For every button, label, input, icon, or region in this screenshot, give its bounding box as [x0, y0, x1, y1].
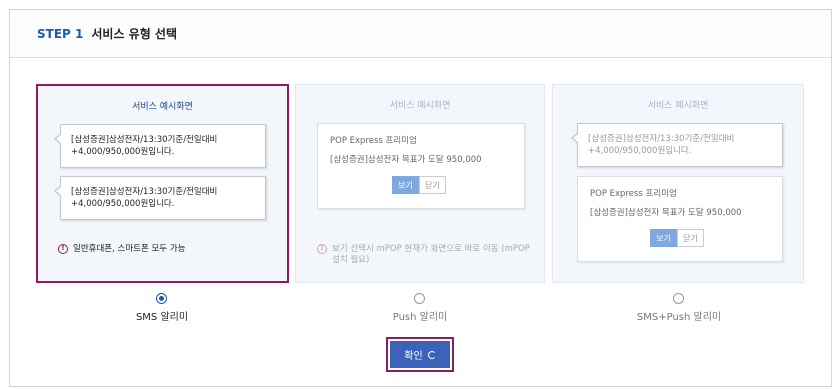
panel-header: STEP 1 서비스 유형 선택 — [10, 10, 831, 58]
note-text: 보기 선택시 mPOP 현재가 화면으로 바로 이동 (mPOP 설치 필요) — [332, 244, 530, 265]
service-card-sms[interactable]: 서비스 예시화면 [삼성증권]삼성전자/13:30기준/전일대비 +4,000/… — [36, 84, 289, 283]
push-title: POP Express 프리미엄 — [330, 136, 417, 146]
exclamation-icon: ! — [317, 244, 327, 254]
card-note: ! 보기 선택시 mPOP 현재가 화면으로 바로 이동 (mPOP 설치 필요… — [317, 244, 537, 266]
step-title: 서비스 유형 선택 — [91, 27, 177, 41]
radio-sms-push[interactable] — [673, 293, 684, 304]
note-text: 일반휴대폰, 스마트폰 모두 가능 — [73, 244, 186, 254]
radio-label-push[interactable]: Push 알리미 — [350, 308, 490, 323]
step-number: STEP 1 — [37, 26, 84, 41]
push-preview: POP Express 프리미엄 [삼성증권]삼성전자 목표가 도달 950,0… — [317, 123, 525, 209]
close-button[interactable]: 닫기 — [419, 176, 446, 194]
radio-label-sms[interactable]: SMS 알리미 — [92, 308, 232, 323]
push-body: [삼성증권]삼성전자 목표가 도달 950,000 — [330, 155, 482, 165]
push-buttons: 보기 닫기 — [650, 229, 704, 247]
close-button[interactable]: 닫기 — [677, 229, 704, 247]
card-note: ! 일반휴대폰, 스마트폰 모두 가능 — [58, 244, 185, 255]
card-title: 서비스 예시화면 — [389, 101, 451, 111]
card-title: 서비스 예시화면 — [647, 101, 709, 111]
view-button[interactable]: 보기 — [650, 229, 677, 247]
push-body: [삼성증권]삼성전자 목표가 도달 950,000 — [590, 208, 742, 218]
loading-icon — [427, 350, 436, 359]
push-preview: POP Express 프리미엄 [삼성증권]삼성전자 목표가 도달 950,0… — [577, 176, 783, 262]
radio-label-sms-push[interactable]: SMS+Push 알리미 — [609, 308, 749, 323]
radio-sms[interactable] — [156, 293, 167, 304]
confirm-button[interactable]: 확인 — [390, 341, 450, 368]
view-button[interactable]: 보기 — [392, 176, 419, 194]
sms-bubble: [삼성증권]삼성전자/13:30기준/전일대비 +4,000/950,000원입… — [571, 123, 783, 167]
service-card-sms-push[interactable]: 서비스 예시화면 [삼성증권]삼성전자/13:30기준/전일대비 +4,000/… — [552, 84, 804, 283]
sms-bubble: [삼성증권]삼성전자/13:30기준/전일대비 +4,000/950,000원입… — [54, 124, 266, 168]
service-card-push[interactable]: 서비스 예시화면 POP Express 프리미엄 [삼성증권]삼성전자 목표가… — [295, 84, 545, 283]
exclamation-icon: ! — [58, 244, 68, 254]
radio-push[interactable] — [414, 293, 425, 304]
sms-bubble: [삼성증권]삼성전자/13:30기준/전일대비 +4,000/950,000원입… — [54, 176, 266, 220]
push-title: POP Express 프리미엄 — [590, 189, 677, 199]
confirm-label: 확인 — [404, 351, 423, 362]
confirm-focus-frame: 확인 — [386, 337, 454, 372]
card-title: 서비스 예시화면 — [132, 102, 193, 112]
push-buttons: 보기 닫기 — [392, 176, 446, 194]
